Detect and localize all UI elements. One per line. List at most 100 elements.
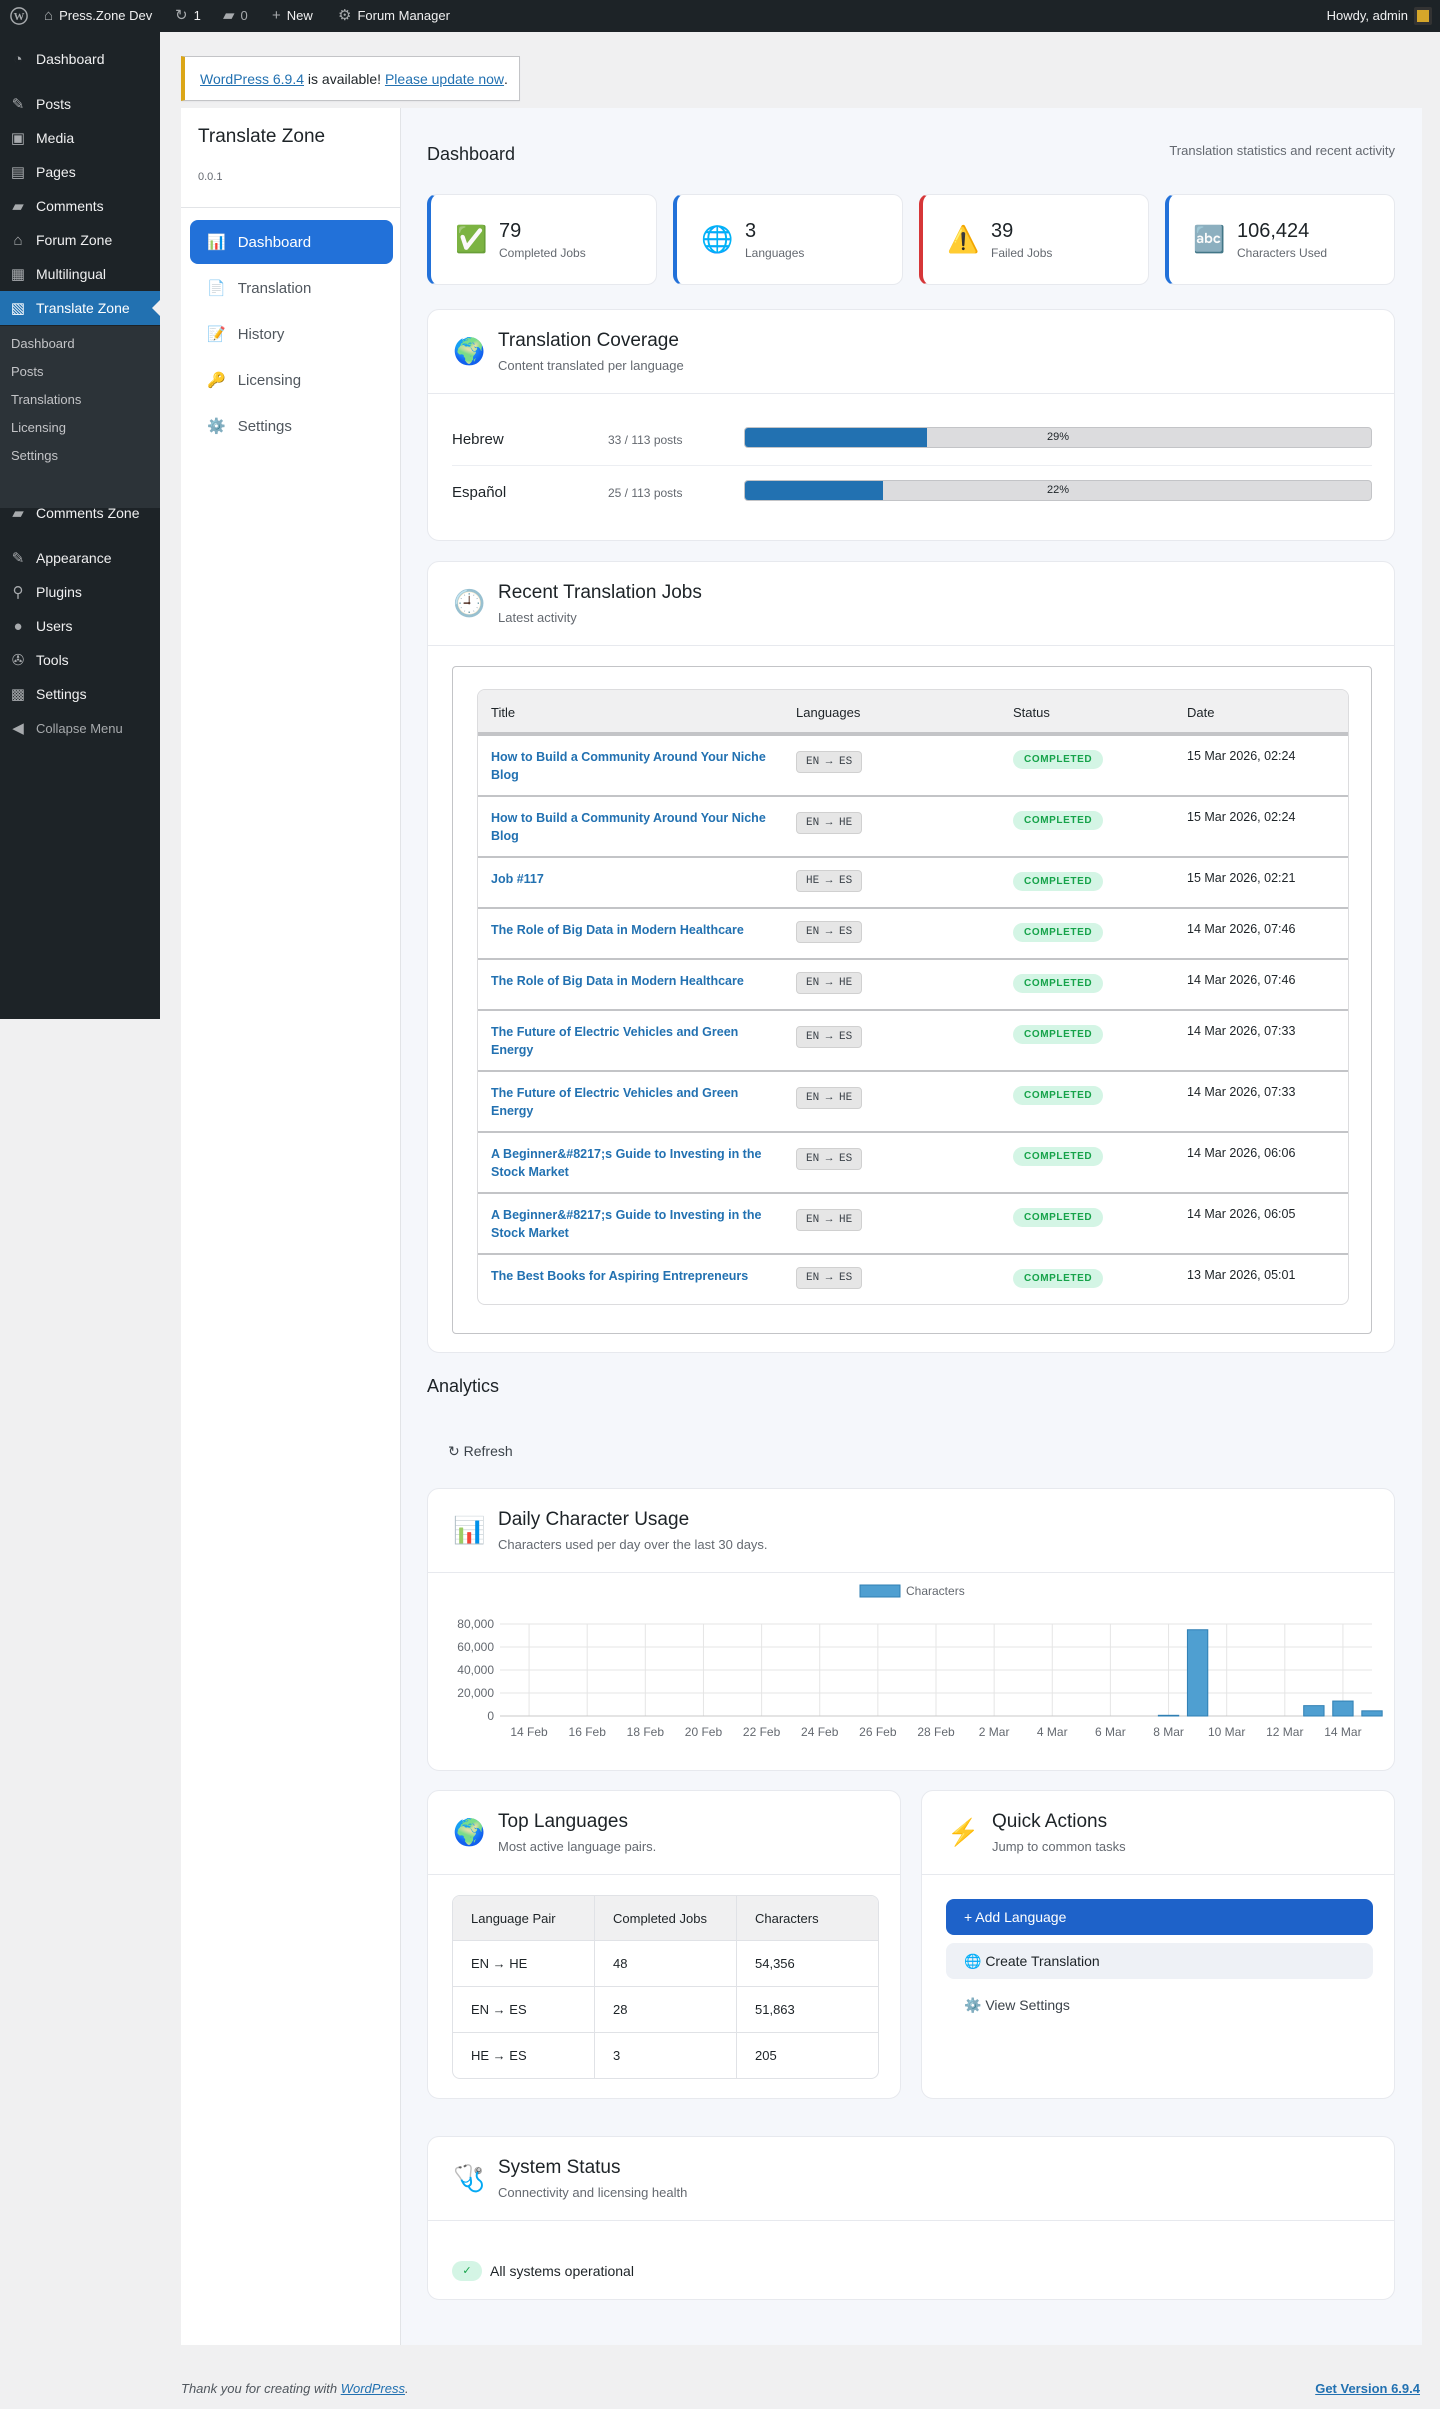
job-title-link[interactable]: The Role of Big Data in Modern Healthcar…: [491, 921, 781, 939]
x-tick-label: 14 Feb: [510, 1725, 548, 1739]
status-badge: COMPLETED: [1013, 1208, 1104, 1227]
x-tick-label: 12 Mar: [1266, 1725, 1303, 1739]
chart-bar: [1303, 1705, 1325, 1717]
status-badge: COMPLETED: [1013, 974, 1104, 993]
system-status-header: 🩺 System Status Connectivity and licensi…: [428, 2137, 1394, 2221]
bar-chart-icon: 📊: [453, 1515, 486, 1545]
stethoscope-icon: 🩺: [453, 2163, 486, 2193]
menu-forum-zone[interactable]: ⌂ Forum Zone: [0, 223, 160, 257]
job-title-link[interactable]: The Best Books for Aspiring Entrepreneur…: [491, 1267, 781, 1285]
top-languages-header: 🌍 Top Languages Most active language pai…: [428, 1791, 900, 1875]
site-name-link[interactable]: ⌂ Press.Zone Dev: [44, 0, 152, 32]
wordpress-link[interactable]: WordPress: [341, 2381, 405, 2396]
menu-tools[interactable]: ✇ Tools: [0, 643, 160, 677]
coverage-progress-bar: 29%: [744, 427, 1372, 448]
nav-dashboard[interactable]: 📊 Dashboard: [190, 220, 393, 264]
collapse-icon: ◀: [12, 720, 24, 737]
update-now-link[interactable]: Please update now: [385, 71, 504, 87]
job-title-link[interactable]: A Beginner&#8217;s Guide to Investing in…: [491, 1145, 781, 1181]
chart-bar: [1332, 1700, 1354, 1717]
plugin-icon: ⚲: [12, 584, 24, 601]
coverage-row: Español 25 / 113 posts 22%: [452, 464, 1372, 516]
comments-link[interactable]: ▰ 0: [223, 0, 248, 32]
job-title-link[interactable]: How to Build a Community Around Your Nic…: [491, 748, 781, 784]
plugin-sidebar: Translate Zone 0.0.1 📊 Dashboard 📄 Transla…: [181, 108, 401, 2345]
view-settings-button[interactable]: ⚙️ View Settings: [946, 1987, 1373, 2023]
table-row: The Future of Electric Vehicles and Gree…: [478, 1070, 1348, 1131]
x-tick-label: 10 Mar: [1208, 1725, 1245, 1739]
wordpress-version-link[interactable]: WordPress 6.9.4: [200, 71, 304, 87]
wrench-icon: ✇: [11, 652, 25, 669]
submenu-licensing[interactable]: Licensing: [11, 420, 66, 435]
submenu-settings[interactable]: Settings: [11, 448, 58, 463]
status-badge: COMPLETED: [1013, 1147, 1104, 1166]
get-version-link[interactable]: Get Version 6.9.4: [1315, 2381, 1420, 2396]
avatar: [1414, 7, 1432, 25]
job-title-link[interactable]: The Role of Big Data in Modern Healthcar…: [491, 972, 781, 990]
clock-icon: 🕘: [453, 588, 486, 618]
table-row: The Role of Big Data in Modern Healthcar…: [478, 907, 1348, 958]
collapse-menu-button[interactable]: ◀ Collapse Menu: [0, 711, 160, 745]
x-tick-label: 28 Feb: [917, 1725, 955, 1739]
menu-pages[interactable]: ▤ Pages: [0, 155, 160, 189]
job-title-link[interactable]: The Future of Electric Vehicles and Gree…: [491, 1023, 781, 1059]
page-icon: ▤: [10, 164, 26, 181]
nav-translation[interactable]: 📄 Translation: [190, 266, 393, 310]
menu-multilingual[interactable]: ▦ Multilingual: [0, 257, 160, 291]
plus-icon: +: [272, 7, 281, 24]
menu-plugins[interactable]: ⚲ Plugins: [0, 575, 160, 609]
refresh-button[interactable]: ↻ Refresh: [448, 1443, 513, 1460]
table-row: The Future of Electric Vehicles and Gree…: [478, 1009, 1348, 1070]
nav-settings[interactable]: ⚙️ Settings: [190, 404, 393, 448]
status-badge: COMPLETED: [1013, 1269, 1104, 1288]
stat-languages: 🌐 3 Languages: [673, 194, 903, 285]
menu-translate-zone[interactable]: ▧ Translate Zone: [0, 291, 160, 325]
submenu-dashboard[interactable]: Dashboard: [11, 336, 75, 351]
chart-bar: [1186, 1629, 1209, 1717]
submenu-translations[interactable]: Translations: [11, 392, 81, 407]
job-date: 15 Mar 2026, 02:21: [1187, 871, 1296, 885]
svg-text:W: W: [14, 11, 25, 23]
menu-settings[interactable]: ▩ Settings: [0, 677, 160, 711]
language-pair-badge: EN → HE: [796, 1087, 863, 1109]
nav-licensing[interactable]: 🔑 Licensing: [190, 358, 393, 402]
new-content-link[interactable]: + New: [272, 0, 313, 32]
job-date: 15 Mar 2026, 02:24: [1187, 810, 1296, 824]
status-ok-icon: ✓: [452, 2261, 482, 2281]
admin-bar: W ⌂ Press.Zone Dev ↻ 1 ▰ 0 + New ⚙ Forum…: [0, 0, 1440, 32]
create-translation-button[interactable]: 🌐 Create Translation: [946, 1943, 1373, 1979]
quick-actions-card: ⚡ Quick Actions Jump to common tasks + A…: [921, 1790, 1395, 2099]
wordpress-logo-icon[interactable]: W: [10, 0, 28, 32]
menu-users[interactable]: ● Users: [0, 609, 160, 643]
table-row: HE → ES 3 205: [453, 2032, 878, 2078]
job-date: 14 Mar 2026, 07:33: [1187, 1085, 1296, 1099]
menu-posts[interactable]: ✎ Posts: [0, 87, 160, 121]
menu-comments[interactable]: ▰ Comments: [0, 189, 160, 223]
job-title-link[interactable]: The Future of Electric Vehicles and Gree…: [491, 1084, 781, 1120]
menu-comments-zone[interactable]: ▰ Comments Zone: [0, 496, 160, 530]
menu-dashboard[interactable]: ◔ Dashboard: [0, 42, 160, 76]
job-title-link[interactable]: A Beginner&#8217;s Guide to Investing in…: [491, 1206, 781, 1242]
pin-icon: ✎: [11, 96, 25, 113]
memo-icon: 📝: [207, 326, 226, 343]
add-language-button[interactable]: + Add Language: [946, 1899, 1373, 1935]
nav-history[interactable]: 📝 History: [190, 312, 393, 356]
updates-link[interactable]: ↻ 1: [175, 0, 201, 32]
job-title-link[interactable]: Job #117: [491, 870, 781, 888]
job-date: 14 Mar 2026, 07:33: [1187, 1024, 1296, 1038]
status-badge: COMPLETED: [1013, 872, 1104, 891]
job-date: 14 Mar 2026, 07:46: [1187, 973, 1296, 987]
menu-appearance[interactable]: ✎ Appearance: [0, 541, 160, 575]
submenu-posts[interactable]: Posts: [11, 364, 44, 379]
my-account-link[interactable]: Howdy, admin: [1327, 0, 1432, 32]
table-row: A Beginner&#8217;s Guide to Investing in…: [478, 1192, 1348, 1253]
system-status-card: 🩺 System Status Connectivity and licensi…: [427, 2136, 1395, 2300]
forum-manager-link[interactable]: ⚙ Forum Manager: [338, 0, 450, 32]
language-pair-badge: EN → HE: [796, 972, 863, 994]
jobs-table-header: Title Languages Status Date: [478, 690, 1348, 734]
job-title-link[interactable]: How to Build a Community Around Your Nic…: [491, 809, 781, 845]
legend-label: Characters: [906, 1584, 965, 1598]
language-pair-badge: HE → ES: [796, 870, 863, 892]
table-row: EN → HE 48 54,356: [453, 1940, 878, 1986]
menu-media[interactable]: ▣ Media: [0, 121, 160, 155]
